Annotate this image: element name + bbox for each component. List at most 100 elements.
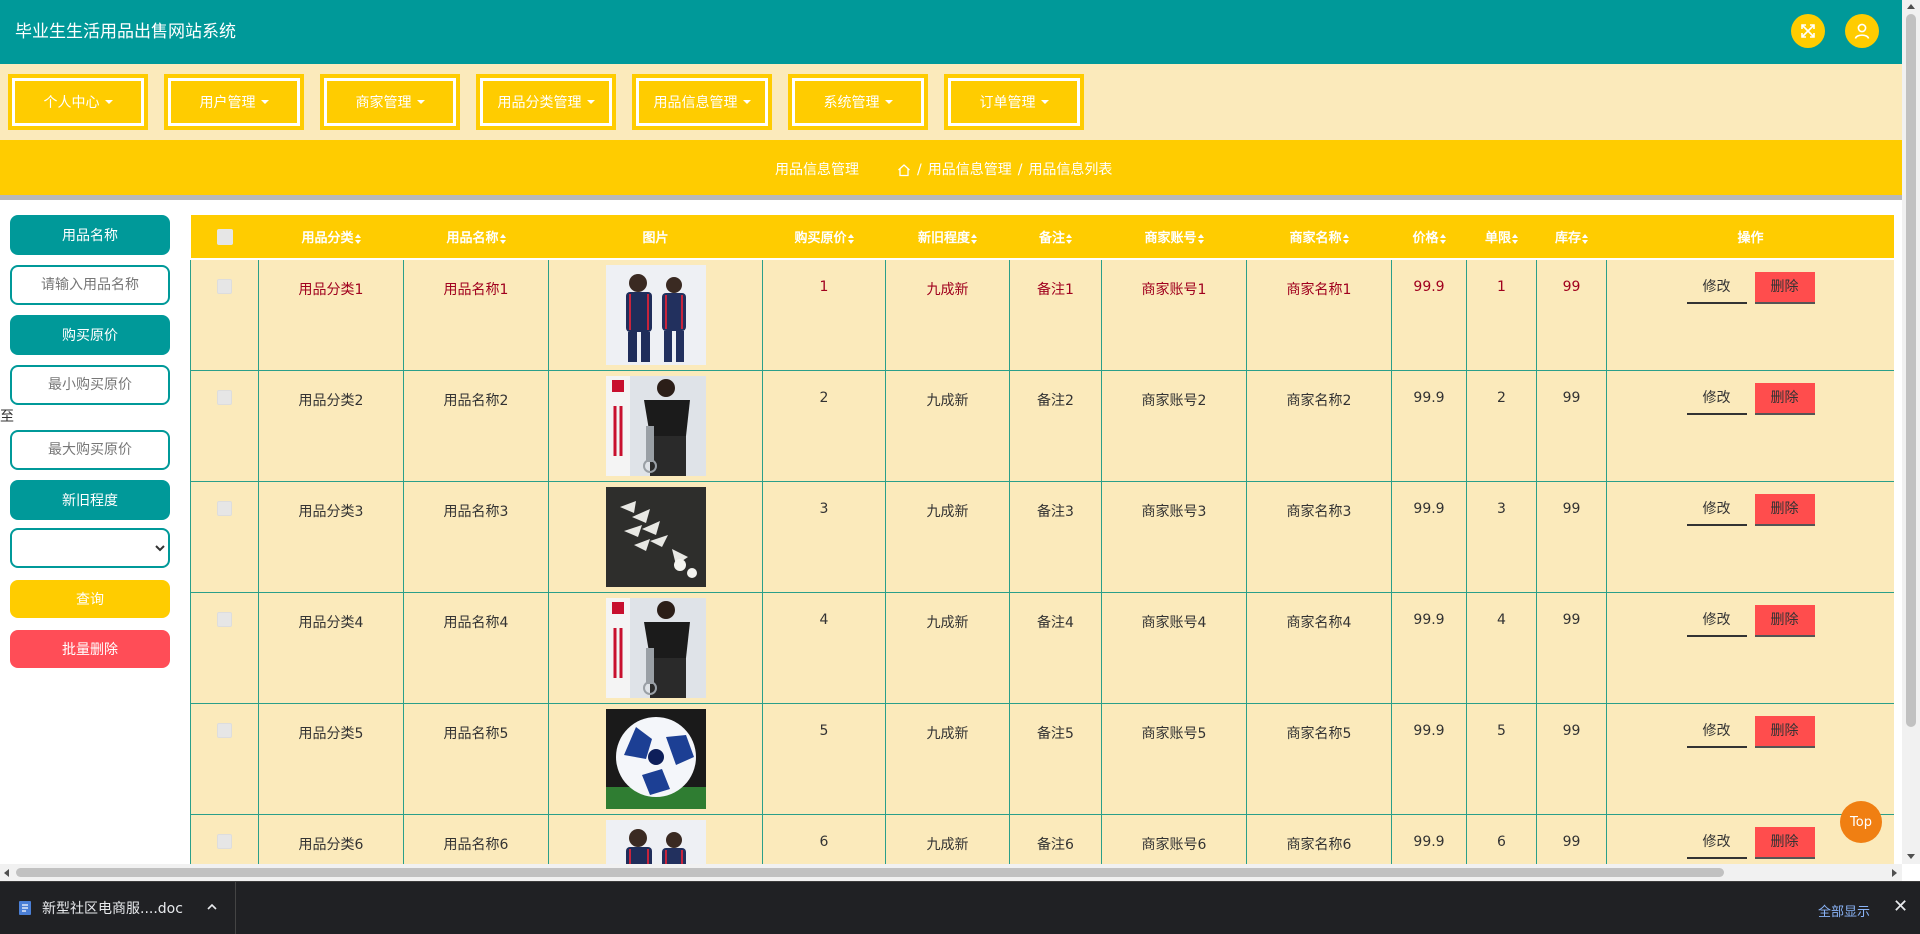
expand-icon [1801,24,1815,38]
scroll-right-arrow-icon[interactable] [1892,869,1897,877]
vertical-scroll-thumb[interactable] [1906,14,1916,727]
delete-button[interactable]: 删除 [1754,382,1815,415]
cell-condition: 九成新 [885,480,1010,593]
column-header-name[interactable]: 用品名称 [403,215,549,260]
cell-stock: 99 [1536,591,1607,704]
chevron-up-icon[interactable] [206,902,218,912]
menu-category-management[interactable]: 用品分类管理 [476,74,616,130]
column-header-note[interactable]: 备注 [1009,215,1102,260]
sort-icon[interactable] [1197,233,1204,244]
scroll-down-arrow-icon[interactable] [1907,854,1915,859]
sort-icon[interactable] [971,233,977,244]
sort-icon[interactable] [499,233,506,244]
menu-system-management[interactable]: 系统管理 [788,74,928,130]
column-header-actions: 操作 [1606,215,1894,260]
column-header-limit[interactable]: 单限 [1466,215,1537,260]
scroll-left-arrow-icon[interactable] [4,869,9,877]
column-header-condition[interactable]: 新旧程度 [885,215,1010,260]
user-button[interactable] [1845,14,1879,48]
horizontal-scroll-thumb[interactable] [16,868,1724,877]
cell-condition: 九成新 [885,258,1010,371]
edit-button[interactable]: 修改 [1686,272,1747,304]
product-image[interactable] [605,708,706,809]
cell-stock: 99 [1536,480,1607,593]
home-icon[interactable] [897,163,911,177]
column-header-merchant-account[interactable]: 商家账号 [1101,215,1247,260]
delete-button[interactable]: 删除 [1754,604,1815,637]
cell-merchant-account: 商家账号3 [1101,480,1247,593]
row-select-cell[interactable] [190,369,259,482]
close-icon[interactable]: ✕ [1893,896,1908,917]
delete-button[interactable]: 删除 [1754,272,1815,304]
cell-merchant-name: 商家名称2 [1246,369,1392,482]
item-name-input[interactable] [10,265,170,305]
row-checkbox[interactable] [217,500,232,516]
edit-button[interactable]: 修改 [1686,382,1747,415]
column-header-price[interactable]: 价格 [1391,215,1467,260]
download-item[interactable]: 新型社区电商服....doc [0,882,236,934]
product-image[interactable] [605,375,706,476]
breadcrumb-item-management[interactable]: 用品信息管理 [928,140,1012,200]
column-header-category[interactable]: 用品分类 [258,215,404,260]
row-select-cell[interactable] [190,702,259,815]
column-header-stock[interactable]: 库存 [1536,215,1607,260]
condition-select[interactable] [10,528,170,568]
min-price-input[interactable] [10,365,170,405]
row-checkbox[interactable] [217,722,232,738]
product-image[interactable] [605,819,706,864]
row-select-cell[interactable] [190,258,259,371]
product-image[interactable] [605,265,706,365]
row-checkbox[interactable] [217,611,232,627]
product-image[interactable] [605,486,706,587]
sort-icon[interactable] [1439,233,1446,244]
edit-button[interactable]: 修改 [1686,493,1747,526]
max-price-input[interactable] [10,430,170,470]
scroll-up-arrow-icon[interactable] [1907,4,1915,9]
row-select-cell[interactable] [190,480,259,593]
edit-button[interactable]: 修改 [1686,826,1747,859]
sort-icon[interactable] [1582,233,1588,244]
cell-category: 用品分类3 [258,480,404,593]
fullscreen-button[interactable] [1791,14,1825,48]
sort-icon[interactable] [1342,233,1349,244]
menu-item-info-management[interactable]: 用品信息管理 [632,74,772,130]
menu-personal-center[interactable]: 个人中心 [8,74,148,130]
sort-icon[interactable] [1066,233,1072,244]
row-checkbox[interactable] [217,389,232,405]
edit-button[interactable]: 修改 [1686,604,1747,637]
menu-order-management[interactable]: 订单管理 [944,74,1084,130]
show-all-downloads-button[interactable]: 全部显示 [1818,901,1870,920]
download-filename[interactable]: 新型社区电商服....doc [42,898,183,918]
edit-button[interactable]: 修改 [1686,715,1747,748]
row-select-cell[interactable] [190,591,259,704]
sort-icon[interactable] [354,233,361,244]
menu-user-management[interactable]: 用户管理 [164,74,304,130]
delete-button[interactable]: 删除 [1754,826,1815,859]
user-icon [1854,23,1870,39]
select-all-header[interactable] [190,215,259,260]
sort-icon[interactable] [847,233,854,244]
cell-price: 99.9 [1391,369,1467,482]
query-button[interactable]: 查询 [10,580,170,618]
menu-merchant-management[interactable]: 商家管理 [320,74,460,130]
delete-button[interactable]: 删除 [1754,715,1815,748]
row-checkbox[interactable] [217,833,232,849]
cell-merchant-name: 商家名称4 [1246,591,1392,704]
column-header-merchant-name[interactable]: 商家名称 [1246,215,1392,260]
row-checkbox[interactable] [217,279,232,294]
delete-button[interactable]: 删除 [1754,493,1815,526]
breadcrumb-bar: 用品信息管理 / 用品信息管理 / 用品信息列表 [0,140,1902,200]
batch-delete-button[interactable]: 批量删除 [10,630,170,668]
cell-image [548,591,763,704]
breadcrumb-item-list: 用品信息列表 [1028,162,1113,178]
vertical-scrollbar[interactable] [1902,0,1920,864]
menu-label: 个人中心 [43,95,100,111]
sort-icon[interactable] [1512,233,1518,244]
column-header-original-price[interactable]: 购买原价 [762,215,886,260]
row-select-cell[interactable] [190,813,259,864]
top-header: 毕业生生活用品出售网站系统 [0,0,1902,64]
product-image[interactable] [605,597,706,698]
back-to-top-button[interactable]: Top [1840,801,1882,843]
select-all-checkbox[interactable] [216,228,233,245]
horizontal-scrollbar[interactable] [0,864,1902,881]
